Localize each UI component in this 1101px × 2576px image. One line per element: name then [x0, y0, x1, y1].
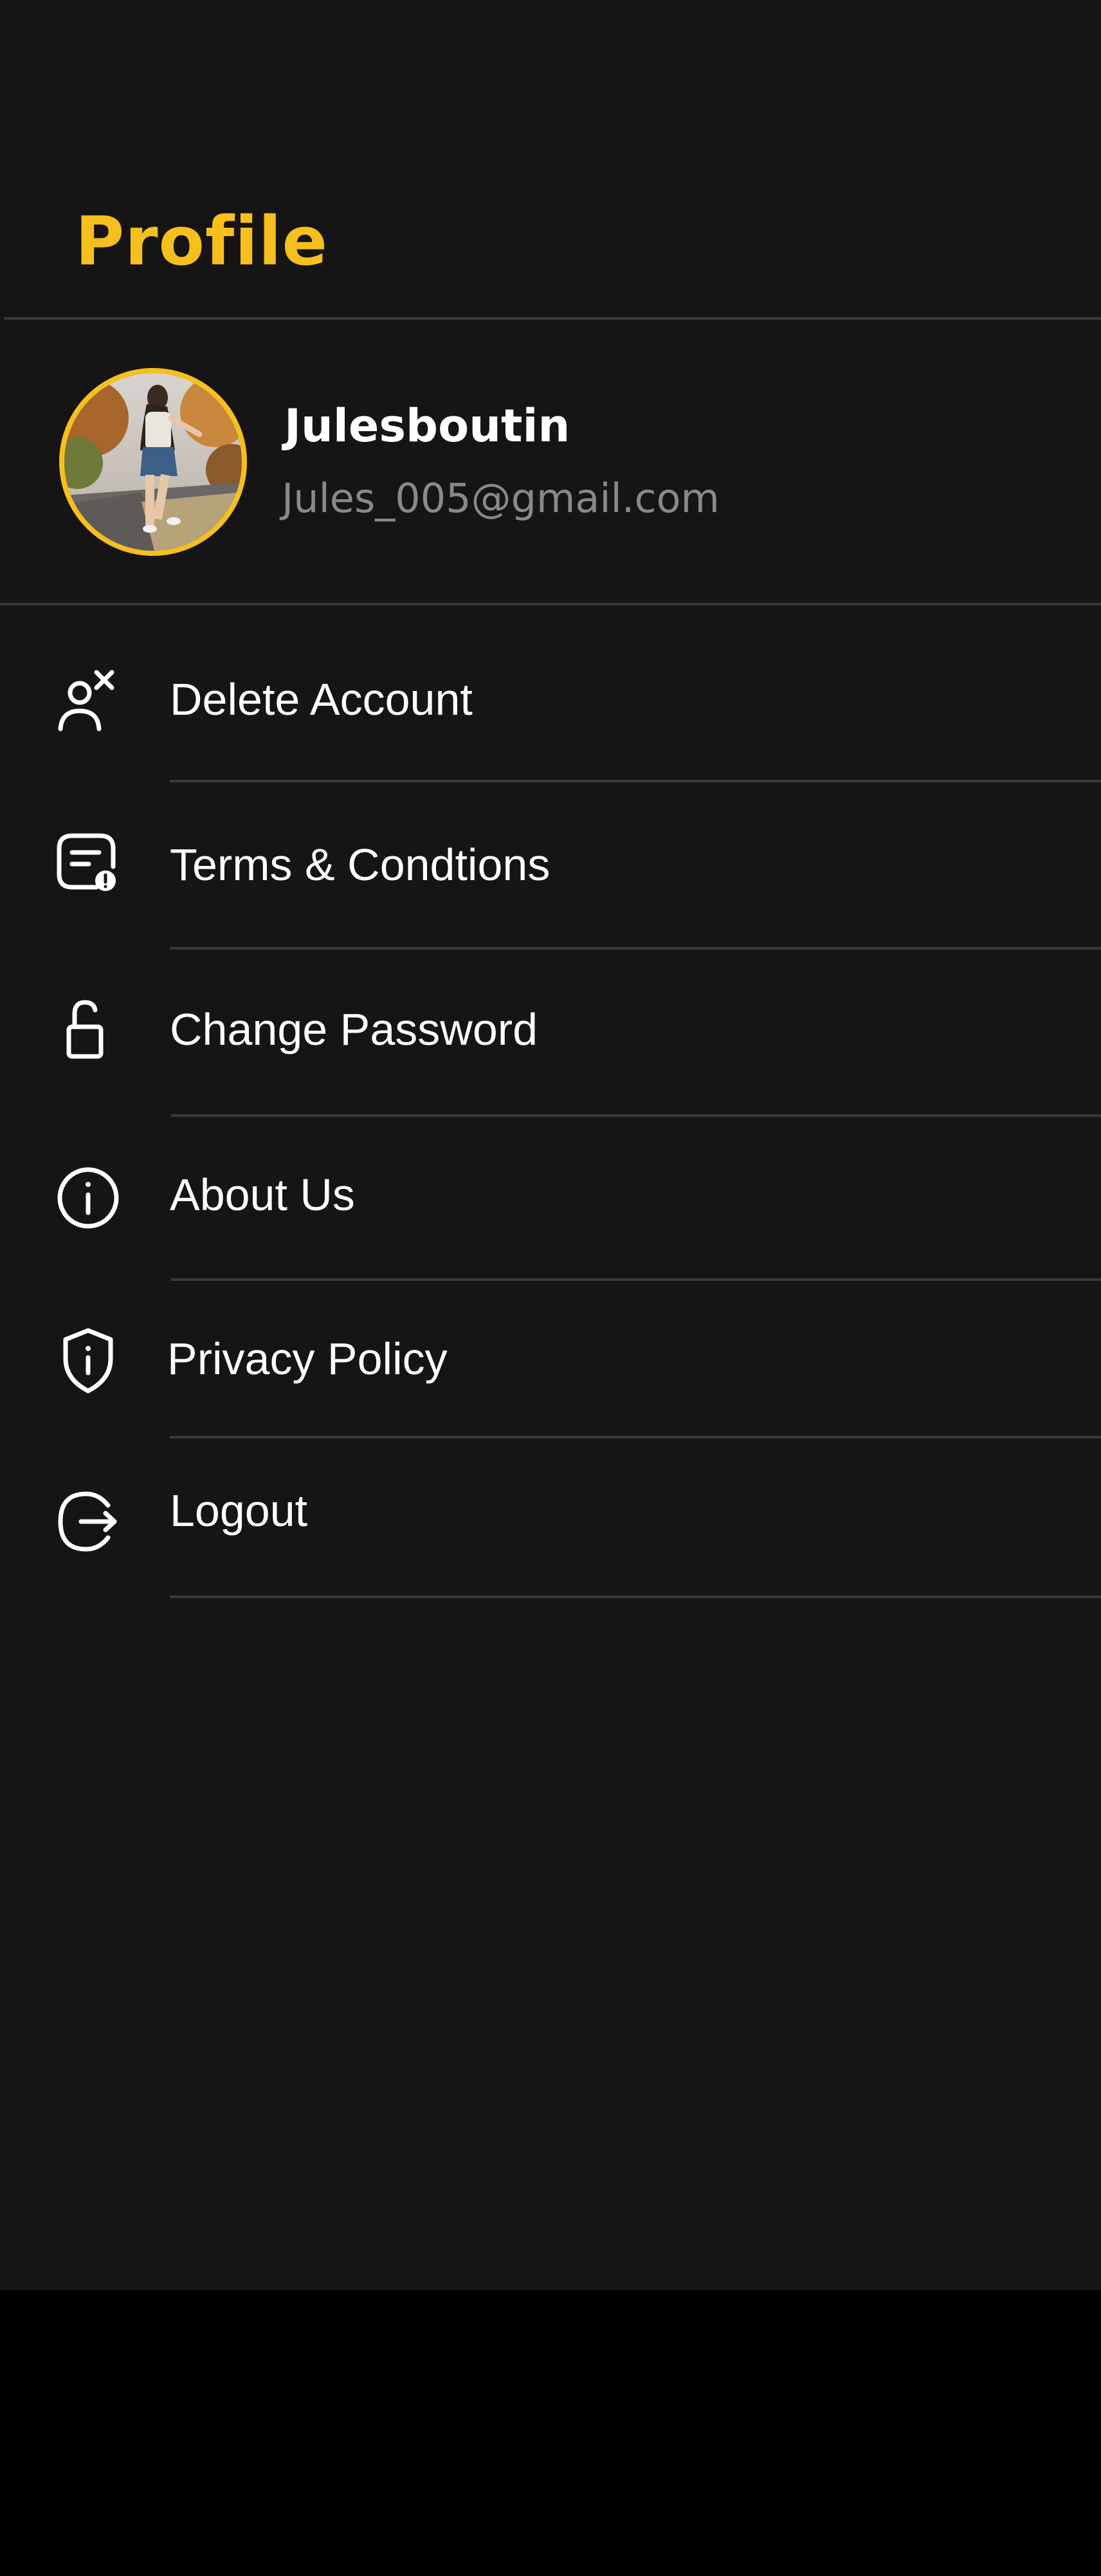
profile-screen: Profile Julesboutin Jules_005@gmail.com … — [0, 0, 1101, 2290]
unlock-icon — [53, 993, 123, 1064]
page-title: Profile — [75, 202, 329, 281]
menu-item-logout[interactable]: Logout — [0, 1448, 1101, 1576]
shield-info-icon — [53, 1325, 123, 1396]
menu-item-change-password[interactable]: Change Password — [0, 965, 1101, 1094]
user-remove-icon — [53, 665, 123, 735]
menu-item-label: Terms & Condtions — [170, 840, 550, 890]
info-circle-icon — [53, 1163, 123, 1233]
menu-item-delete-account[interactable]: Delete Account — [0, 634, 1101, 762]
profile-divider — [0, 603, 1101, 605]
menu-item-label: Delete Account — [170, 674, 473, 724]
user-photo — [64, 373, 242, 551]
menu-divider — [170, 780, 1101, 782]
menu-divider — [170, 1436, 1101, 1439]
menu-item-privacy-policy[interactable]: Privacy Policy — [0, 1294, 1101, 1423]
menu-item-terms[interactable]: Terms & Condtions — [0, 800, 1101, 928]
menu-item-about-us[interactable]: About Us — [0, 1130, 1101, 1259]
menu-item-label: About Us — [170, 1170, 355, 1220]
logout-icon — [53, 1486, 123, 1557]
menu-divider — [170, 1596, 1101, 1598]
menu-divider — [171, 1114, 1101, 1117]
bottom-area — [0, 2290, 1101, 2576]
document-alert-icon — [53, 827, 123, 897]
profile-email: Jules_005@gmail.com — [282, 475, 720, 522]
menu-item-label: Change Password — [170, 1004, 538, 1054]
header-divider — [4, 317, 1101, 320]
avatar[interactable] — [59, 368, 247, 556]
menu-item-label: Privacy Policy — [167, 1334, 448, 1384]
menu-item-label: Logout — [170, 1486, 308, 1536]
menu-divider — [171, 1278, 1101, 1281]
menu-divider — [170, 947, 1101, 950]
profile-name: Julesboutin — [284, 400, 570, 452]
